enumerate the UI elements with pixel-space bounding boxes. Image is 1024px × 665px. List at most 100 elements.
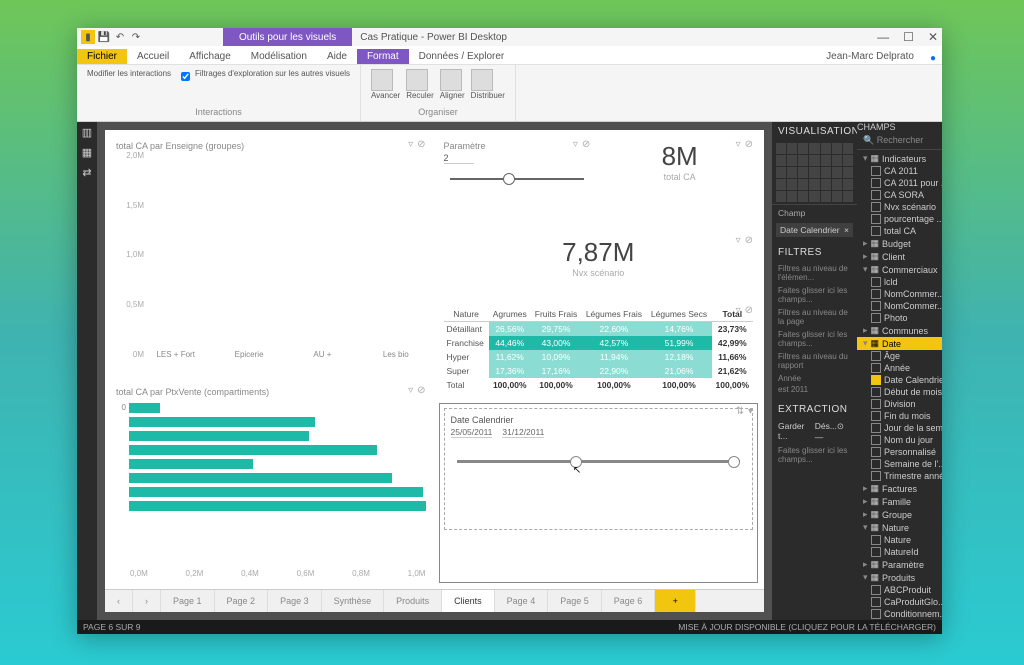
minimize-icon[interactable]: — (877, 30, 889, 44)
page-tab[interactable]: Page 1 (161, 590, 215, 612)
distribute-icon[interactable] (471, 69, 493, 91)
focus-icon[interactable]: ⊘ (745, 235, 753, 246)
field-node[interactable]: Jour de la sem... (857, 422, 942, 434)
field-node[interactable]: NomCommer... (857, 288, 942, 300)
slicer-handle-left[interactable] (570, 456, 582, 468)
tab-data-explore[interactable]: Données / Explorer (409, 49, 515, 64)
save-icon[interactable]: 💾 (97, 30, 111, 44)
viz-type-icon[interactable] (787, 143, 797, 154)
viz-type-icon[interactable] (787, 179, 797, 190)
slicer-from[interactable]: 25/05/2011 (451, 427, 493, 438)
field-node[interactable]: CA 2011 (857, 165, 942, 177)
bar-chart-enseigne[interactable]: ▿⊘ total CA par Enseigne (groupes) 2,0M1… (111, 136, 431, 376)
viz-type-icon[interactable] (832, 143, 842, 154)
undo-icon[interactable]: ↶ (113, 30, 127, 44)
page-add[interactable]: + (655, 590, 696, 612)
field-node[interactable]: ABCProduit (857, 584, 942, 596)
bring-forward-icon[interactable] (371, 69, 393, 91)
field-node[interactable]: ▸▦Groupe (857, 508, 942, 521)
date-slicer-visual[interactable]: ⇅▾ Date Calendrier 25/05/2011 31/12/2011 (439, 403, 759, 583)
field-node[interactable]: Conditionnem... (857, 608, 942, 620)
field-node[interactable]: CA 2011 pour ... (857, 177, 942, 189)
filter-icon[interactable]: ▿ (736, 235, 741, 246)
field-node[interactable]: Photo (857, 312, 942, 324)
viz-type-icon[interactable] (776, 167, 786, 178)
focus-icon[interactable]: ⊘ (745, 305, 753, 316)
parameter-visual[interactable]: ▿⊘ Paramètre 2 (439, 136, 596, 226)
kpi-totalca[interactable]: ▿⊘ 8M total CA (601, 136, 758, 226)
field-node[interactable]: Division (857, 398, 942, 410)
viz-type-icon[interactable] (821, 179, 831, 190)
slicer-range[interactable] (457, 460, 741, 463)
viz-type-icon[interactable] (809, 167, 819, 178)
close-icon[interactable]: ✕ (928, 30, 938, 44)
fields-search[interactable]: 🔍 Rechercher (857, 132, 942, 150)
filter-hint[interactable]: Faites glisser ici les champs... (772, 284, 857, 306)
field-node[interactable]: ▸▦Factures (857, 482, 942, 495)
viz-type-icon[interactable] (798, 191, 808, 202)
filter-icon[interactable]: ▿ (736, 305, 741, 316)
viz-type-icon[interactable] (832, 191, 842, 202)
kpi-scenario[interactable]: ▿⊘ 7,87M Nvx scénario (439, 232, 759, 296)
viz-type-icon[interactable] (776, 155, 786, 166)
param-slider[interactable] (450, 178, 585, 180)
viz-type-icon[interactable] (832, 155, 842, 166)
report-canvas[interactable]: ▿⊘ total CA par Enseigne (groupes) 2,0M1… (105, 130, 764, 612)
matrix-visual[interactable]: ▿⊘ NatureAgrumesFruits FraisLégumes Frai… (439, 302, 759, 397)
filter-hint[interactable]: Filtres au niveau du rapport (772, 350, 857, 372)
field-node[interactable]: pourcentage ... (857, 213, 942, 225)
field-node[interactable]: NatureId (857, 546, 942, 558)
field-node[interactable]: CA SORA (857, 189, 942, 201)
slicer-handle-right[interactable] (728, 456, 740, 468)
field-node[interactable]: Personnalisé (857, 446, 942, 458)
field-node[interactable]: ▸▦Paramètre (857, 558, 942, 571)
filter-icon[interactable]: ▿ (573, 139, 578, 150)
field-node[interactable]: CaProduitGlo... (857, 596, 942, 608)
filter-hint[interactable]: Filtres au niveau de l'élémen... (772, 262, 857, 284)
viz-type-icon[interactable] (798, 155, 808, 166)
field-node[interactable]: ▾▦Indicateurs (857, 152, 942, 165)
field-node[interactable]: Année (857, 362, 942, 374)
tab-model[interactable]: Modélisation (241, 49, 317, 64)
field-node[interactable]: NomCommer... (857, 300, 942, 312)
help-icon[interactable]: ● (930, 53, 936, 64)
viz-type-icon[interactable] (821, 155, 831, 166)
chip-close-icon[interactable]: × (844, 225, 849, 235)
viz-type-icon[interactable] (843, 191, 853, 202)
viz-type-icon[interactable] (843, 143, 853, 154)
field-node[interactable]: ▸▦Famille (857, 495, 942, 508)
viz-type-icon[interactable] (798, 167, 808, 178)
field-node[interactable]: Semaine de l'... (857, 458, 942, 470)
tab-help[interactable]: Aide (317, 49, 357, 64)
page-tab[interactable]: Clients (442, 590, 495, 612)
viz-type-icon[interactable] (787, 167, 797, 178)
align-icon[interactable] (440, 69, 462, 91)
viz-type-icon[interactable] (821, 167, 831, 178)
field-node[interactable]: ▾▦Nature (857, 521, 942, 534)
tab-file[interactable]: Fichier (77, 49, 127, 64)
viz-type-icon[interactable] (809, 155, 819, 166)
report-view-icon[interactable]: ▥ (80, 126, 94, 140)
field-node[interactable]: ▸▦Client (857, 250, 942, 263)
filter-year-label[interactable]: Année (772, 372, 857, 385)
viz-type-icon[interactable] (821, 143, 831, 154)
tab-view[interactable]: Affichage (179, 49, 241, 64)
field-node[interactable]: Nvx scénario (857, 201, 942, 213)
viz-type-icon[interactable] (821, 191, 831, 202)
viz-type-icon[interactable] (832, 179, 842, 190)
field-node[interactable]: Début de mois (857, 386, 942, 398)
field-node[interactable]: ▾▦Date (857, 337, 942, 350)
filter-hint[interactable]: Faites glisser ici les champs... (772, 328, 857, 350)
slicer-to[interactable]: 31/12/2011 (502, 427, 544, 438)
viz-type-icon[interactable] (776, 143, 786, 154)
field-node[interactable]: Âge (857, 350, 942, 362)
date-slicer[interactable]: Date Calendrier 25/05/2011 31/12/2011 (444, 408, 754, 530)
field-node[interactable]: ▾▦Produits (857, 571, 942, 584)
field-node[interactable]: Nom du jour (857, 434, 942, 446)
viz-type-icon[interactable] (798, 179, 808, 190)
viz-type-icon[interactable] (776, 191, 786, 202)
viz-type-icon[interactable] (843, 155, 853, 166)
viz-gallery[interactable] (772, 141, 857, 204)
page-next[interactable]: › (133, 590, 161, 612)
page-tab[interactable]: Page 6 (602, 590, 656, 612)
